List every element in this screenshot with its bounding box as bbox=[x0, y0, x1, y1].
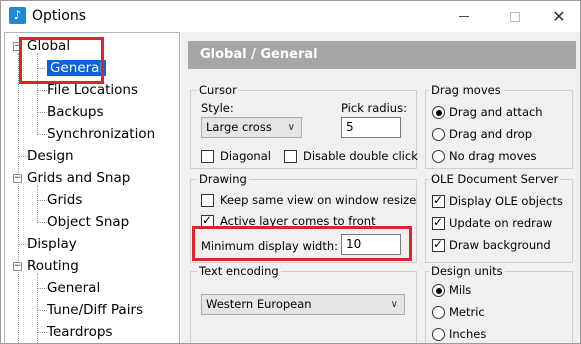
tree-item-label: Synchronization bbox=[47, 126, 156, 142]
settings-panel: Global / General Cursor Style: Large cro… bbox=[181, 32, 580, 343]
music-note-icon: ♪ bbox=[9, 7, 26, 24]
inches-label: Inches bbox=[449, 327, 487, 341]
tree-item-routing-general[interactable]: General bbox=[47, 278, 100, 298]
group-label: Design units bbox=[429, 264, 505, 278]
diagonal-label: Diagonal bbox=[220, 149, 271, 163]
tree-item-teardrops[interactable]: Teardrops bbox=[47, 322, 113, 342]
tree-connector bbox=[37, 332, 47, 333]
tree-item-label: General bbox=[47, 280, 101, 296]
maximize-icon bbox=[510, 11, 520, 22]
cursor-style-select[interactable]: Large cross ∨ bbox=[201, 117, 302, 138]
inches-radio[interactable] bbox=[432, 328, 445, 341]
highlight-annotation bbox=[192, 226, 412, 261]
options-tree[interactable]: − Global General File Locations Backups … bbox=[4, 32, 180, 343]
no-drag-moves-radio[interactable] bbox=[432, 150, 445, 163]
tree-connector bbox=[37, 185, 38, 221]
tree-item-label: Display bbox=[27, 236, 77, 252]
tree-item-tune-diff-pairs[interactable]: Tune/Diff Pairs bbox=[47, 300, 143, 320]
drag-moves-group: Drag moves Drag and attach Drag and drop… bbox=[425, 83, 573, 169]
display-ole-label: Display OLE objects bbox=[449, 194, 563, 208]
group-label: OLE Document Server bbox=[429, 172, 561, 186]
draw-background-label: Draw background bbox=[449, 238, 551, 252]
pick-radius-input[interactable]: 5 bbox=[341, 117, 401, 138]
collapse-routing-icon[interactable]: − bbox=[13, 262, 22, 271]
drag-and-drop-label: Drag and drop bbox=[449, 127, 532, 141]
mils-radio[interactable] bbox=[432, 284, 445, 297]
maximize-button[interactable] bbox=[492, 1, 538, 32]
tree-item-routing[interactable]: Routing bbox=[27, 256, 79, 276]
disable-double-click-checkbox[interactable] bbox=[284, 150, 297, 163]
tree-item-label: File Locations bbox=[47, 82, 139, 98]
chevron-down-icon: ∨ bbox=[390, 299, 398, 310]
drawing-group: Drawing Keep same view on window resize … bbox=[190, 172, 417, 263]
tree-item-label: Teardrops bbox=[47, 324, 113, 340]
tree-connector bbox=[37, 310, 47, 311]
pick-radius-label: Pick radius: bbox=[341, 101, 407, 115]
tree-item-label: Grids and Snap bbox=[27, 170, 131, 186]
highlight-annotation bbox=[19, 37, 104, 84]
group-label: Cursor bbox=[197, 83, 239, 97]
chevron-down-icon: ∨ bbox=[287, 122, 295, 133]
tree-item-synchronization[interactable]: Synchronization bbox=[47, 124, 155, 144]
tree-item-object-snap[interactable]: Object Snap bbox=[47, 212, 129, 232]
display-ole-checkbox[interactable] bbox=[432, 193, 445, 208]
tree-connector bbox=[37, 200, 47, 201]
tree-item-grids[interactable]: Grids bbox=[47, 190, 82, 210]
tree-connector bbox=[37, 90, 47, 91]
update-on-redraw-label: Update on redraw bbox=[449, 216, 553, 230]
group-label: Text encoding bbox=[197, 264, 281, 278]
close-button[interactable]: ✕ bbox=[536, 1, 580, 32]
drag-and-drop-radio[interactable] bbox=[432, 128, 445, 141]
page-title: Global / General bbox=[188, 41, 576, 69]
tree-item-design[interactable]: Design bbox=[27, 146, 74, 166]
keep-same-view-label: Keep same view on window resize bbox=[220, 193, 417, 207]
keep-same-view-checkbox[interactable] bbox=[201, 194, 214, 207]
tree-item-label: Design bbox=[27, 148, 74, 164]
tree-item-label: Routing bbox=[27, 258, 79, 274]
cursor-group: Cursor Style: Large cross ∨ Pick radius:… bbox=[190, 83, 418, 169]
minimize-button[interactable] bbox=[441, 1, 487, 32]
tree-connector bbox=[37, 222, 47, 223]
metric-radio[interactable] bbox=[432, 306, 445, 319]
text-encoding-group: Text encoding Western European ∨ bbox=[190, 264, 417, 343]
drag-and-attach-radio[interactable] bbox=[432, 106, 445, 119]
style-label: Style: bbox=[201, 101, 234, 115]
text-encoding-select[interactable]: Western European ∨ bbox=[201, 294, 405, 315]
diagonal-checkbox[interactable] bbox=[201, 150, 214, 163]
tree-item-display[interactable]: Display bbox=[27, 234, 77, 254]
collapse-grids-icon[interactable]: − bbox=[13, 174, 22, 183]
close-icon: ✕ bbox=[552, 7, 566, 26]
design-units-group: Design units Mils Metric Inches bbox=[425, 264, 573, 343]
tree-item-grids-and-snap[interactable]: Grids and Snap bbox=[27, 168, 130, 188]
tree-item-label: Object Snap bbox=[47, 214, 130, 230]
tree-connector bbox=[18, 53, 19, 343]
select-value: Large cross bbox=[206, 120, 272, 134]
group-label: Drawing bbox=[197, 172, 249, 186]
disable-double-click-label: Disable double click bbox=[303, 149, 418, 163]
tree-item-backups[interactable]: Backups bbox=[47, 102, 104, 122]
group-label: Drag moves bbox=[429, 83, 503, 97]
update-on-redraw-checkbox[interactable] bbox=[432, 215, 445, 230]
options-window: ♪ Options ✕ − Global General File Locati… bbox=[0, 0, 581, 344]
ole-document-server-group: OLE Document Server Display OLE objects … bbox=[425, 172, 573, 263]
tree-item-label: Tune/Diff Pairs bbox=[47, 302, 144, 318]
tree-item-label: Grids bbox=[47, 192, 83, 208]
tree-connector bbox=[37, 112, 47, 113]
draw-background-checkbox[interactable] bbox=[432, 237, 445, 252]
tree-item-label: Backups bbox=[47, 104, 104, 120]
window-title: Options bbox=[32, 8, 87, 24]
drag-and-attach-label: Drag and attach bbox=[449, 105, 543, 119]
title-bar: ♪ Options ✕ bbox=[1, 1, 580, 32]
select-value: Western European bbox=[206, 297, 312, 311]
minimize-icon bbox=[459, 16, 469, 17]
tree-connector bbox=[37, 134, 47, 135]
no-drag-moves-label: No drag moves bbox=[449, 149, 537, 163]
tree-connector bbox=[37, 288, 47, 289]
metric-label: Metric bbox=[449, 305, 485, 319]
mils-label: Mils bbox=[449, 283, 472, 297]
